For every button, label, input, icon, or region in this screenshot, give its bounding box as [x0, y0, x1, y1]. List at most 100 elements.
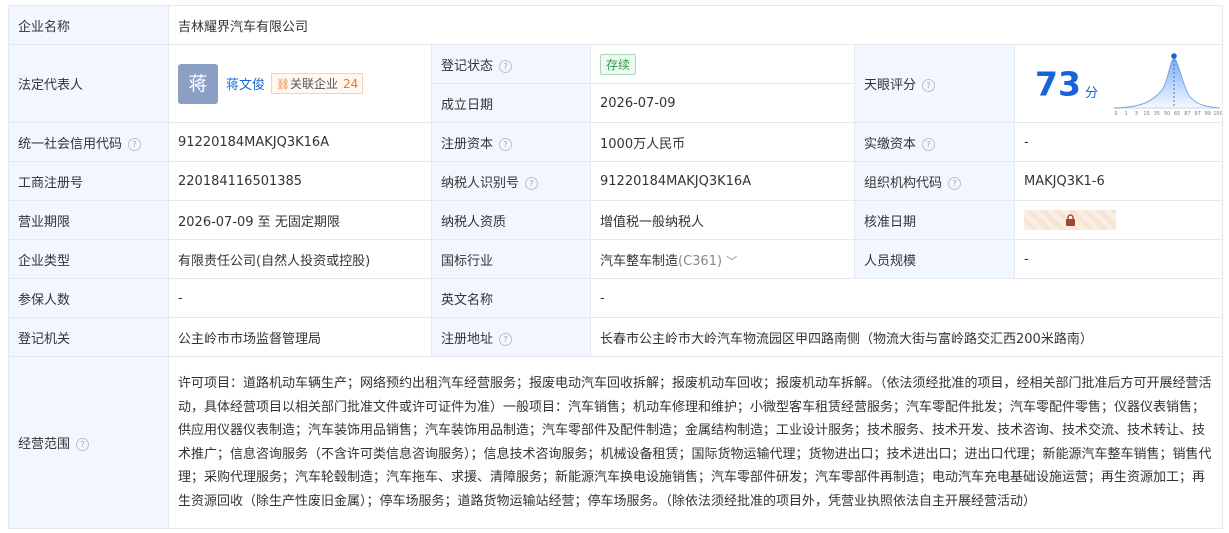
help-icon[interactable]: ? — [922, 137, 936, 151]
help-icon[interactable]: ? — [499, 332, 513, 346]
paid-capital-label-cell: 实缴资本? — [854, 122, 1015, 162]
taxpayer-id-label-cell: 纳税人识别号? — [431, 161, 591, 201]
axis-tick-label: 99 — [1205, 111, 1211, 116]
legal-rep-name-link[interactable]: 蒋文俊 — [226, 78, 265, 93]
org-code-label-cell: 组织机构代码? — [854, 161, 1015, 201]
row-company-name: 企业名称 吉林耀界汽车有限公司 — [8, 5, 1224, 45]
approve-date-cell — [1013, 200, 1224, 240]
associated-companies-label: 关联企业 — [289, 77, 338, 91]
approve-date-label: 核准日期 — [854, 200, 1015, 240]
tianyan-score-unit: 分 — [1084, 86, 1098, 101]
reg-status-cell: 存续 — [590, 44, 855, 84]
row-insured: 参保人数 - 英文名称 - — [8, 278, 1224, 318]
watermark — [880, 462, 1220, 518]
insured-label: 参保人数 — [8, 278, 169, 318]
taxpayer-id-label: 纳税人识别号 — [441, 175, 520, 191]
company-type-label: 企业类型 — [8, 239, 169, 279]
biz-term-value: 2026-07-09 至 无固定期限 — [168, 200, 432, 240]
help-icon[interactable]: ? — [499, 137, 513, 151]
row-legal-status: 法定代表人 蒋蒋文俊 ⛓关联企业 24 登记状态? 存续 天眼评分? 73分 — [8, 44, 1224, 123]
associated-companies-badge[interactable]: ⛓关联企业 24 — [271, 73, 364, 94]
reg-address-value: 长春市公主岭市大岭汽车物流园区甲四路南侧（物流大街与富岭路交汇西200米路南） — [589, 317, 1224, 357]
score-distribution-chart: 0 1 3 15 35 50 65 87 97 99 100 — [1114, 52, 1222, 117]
chevron-down-icon[interactable]: ﹀ — [726, 255, 737, 268]
industry-value: 汽车整车制造 — [600, 253, 679, 269]
reg-capital-label: 注册资本 — [441, 136, 494, 152]
english-name-value: - — [589, 278, 1224, 318]
taxpayer-qual-label: 纳税人资质 — [431, 200, 591, 240]
tianyan-score-cell[interactable]: 73 分 0 1 3 15 35 50 65 87 97 99 100 — [1013, 44, 1224, 123]
industry-code: (C361) — [678, 253, 723, 269]
tianyan-label: 天眼评分 — [864, 78, 917, 93]
network-icon: ⛓ — [276, 78, 290, 91]
legal-rep-cell: 蒋蒋文俊 ⛓关联企业 24 — [168, 44, 432, 123]
scope-label: 经营范围 — [18, 437, 71, 452]
reg-address-label-cell: 注册地址? — [431, 317, 591, 357]
founded-value: 2026-07-09 — [590, 83, 855, 123]
axis-tick-label: 0 — [1115, 111, 1118, 116]
taxpayer-qual-value: 增值税一般纳税人 — [590, 200, 855, 240]
row-credit-code: 统一社会信用代码? 91220184MAKJQ3K16A 注册资本? 1000万… — [8, 122, 1224, 162]
english-name-label: 英文名称 — [431, 278, 591, 318]
help-icon[interactable]: ? — [922, 79, 936, 92]
reg-status-label: 登记状态 — [441, 58, 494, 74]
legal-rep-label: 法定代表人 — [8, 44, 169, 123]
reg-authority-label: 登记机关 — [8, 317, 169, 357]
founded-label: 成立日期 — [431, 83, 591, 123]
row-biz-term: 营业期限 2026-07-09 至 无固定期限 纳税人资质 增值税一般纳税人 核… — [8, 200, 1224, 240]
company-info-panel: 企业名称 吉林耀界汽车有限公司 法定代表人 蒋蒋文俊 ⛓关联企业 24 登记状态? … — [8, 5, 1224, 529]
locked-content-button[interactable] — [1024, 210, 1116, 230]
reg-capital-label-cell: 注册资本? — [431, 122, 591, 162]
row-reg-authority: 登记机关 公主岭市市场监督管理局 注册地址? 长春市公主岭市大岭汽车物流园区甲四… — [8, 317, 1224, 357]
biz-term-label: 营业期限 — [8, 200, 169, 240]
help-icon[interactable]: ? — [76, 438, 90, 451]
help-icon[interactable]: ? — [525, 176, 539, 190]
axis-tick-label: 87 — [1184, 111, 1190, 116]
associated-companies-count: 24 — [343, 77, 359, 91]
biz-reg-no-label: 工商注册号 — [8, 161, 169, 201]
avatar[interactable]: 蒋 — [178, 63, 218, 104]
org-code-label: 组织机构代码 — [864, 175, 943, 191]
axis-tick-label: 1 — [1125, 111, 1128, 116]
help-icon[interactable]: ? — [128, 137, 142, 151]
status-badge: 存续 — [600, 53, 637, 75]
industry-label: 国标行业 — [431, 239, 591, 279]
company-name-value: 吉林耀界汽车有限公司 — [167, 5, 1224, 45]
axis-tick-label: 35 — [1154, 111, 1160, 116]
credit-code-label-cell: 统一社会信用代码? — [8, 122, 169, 162]
company-type-value: 有限责任公司(自然人投资或控股) — [168, 239, 432, 279]
reg-status-label-cell: 登记状态? — [431, 44, 591, 84]
credit-code-value: 91220184MAKJQ3K16A — [168, 122, 432, 162]
help-icon[interactable]: ? — [499, 59, 513, 73]
row-company-type: 企业类型 有限责任公司(自然人投资或控股) 国标行业 汽车整车制造(C361) ﹀… — [8, 239, 1224, 279]
reg-capital-value: 1000万人民币 — [590, 122, 855, 162]
taxpayer-id-value: 91220184MAKJQ3K16A — [590, 161, 855, 201]
score-marker-dot — [1171, 52, 1177, 59]
scope-label-cell: 经营范围? — [8, 356, 169, 529]
staff-size-value: - — [1013, 239, 1224, 279]
paid-capital-label: 实缴资本 — [864, 136, 917, 152]
industry-cell[interactable]: 汽车整车制造(C361) ﹀ — [590, 239, 855, 279]
tianyan-label-cell: 天眼评分? — [854, 44, 1015, 123]
credit-code-label: 统一社会信用代码 — [18, 136, 123, 152]
axis-tick-label: 3 — [1135, 111, 1138, 116]
reg-authority-value: 公主岭市市场监督管理局 — [168, 317, 432, 357]
company-name-label: 企业名称 — [8, 5, 169, 45]
tianyan-score: 73 — [1035, 64, 1081, 103]
reg-address-label: 注册地址 — [441, 331, 494, 347]
axis-tick-label: 97 — [1195, 111, 1201, 116]
insured-value: - — [168, 278, 432, 318]
org-code-value: MAKJQ3K1-6 — [1013, 161, 1224, 201]
help-icon[interactable]: ? — [948, 176, 962, 190]
row-biz-reg-no: 工商注册号 220184116501385 纳税人识别号? 91220184MA… — [8, 161, 1224, 201]
axis-tick-label: 15 — [1144, 111, 1150, 116]
axis-tick-label: 50 — [1164, 111, 1170, 116]
distribution-fill-left — [1114, 57, 1221, 108]
biz-reg-no-value: 220184116501385 — [168, 161, 432, 201]
company-info-table: 企业名称 吉林耀界汽车有限公司 法定代表人 蒋蒋文俊 ⛓关联企业 24 登记状态? … — [8, 5, 1224, 529]
paid-capital-value: - — [1013, 122, 1224, 162]
staff-size-label: 人员规模 — [854, 239, 1015, 279]
lock-icon — [1065, 214, 1075, 226]
axis-tick-label: 65 — [1174, 111, 1180, 116]
axis-tick-label: 100 — [1213, 111, 1222, 116]
